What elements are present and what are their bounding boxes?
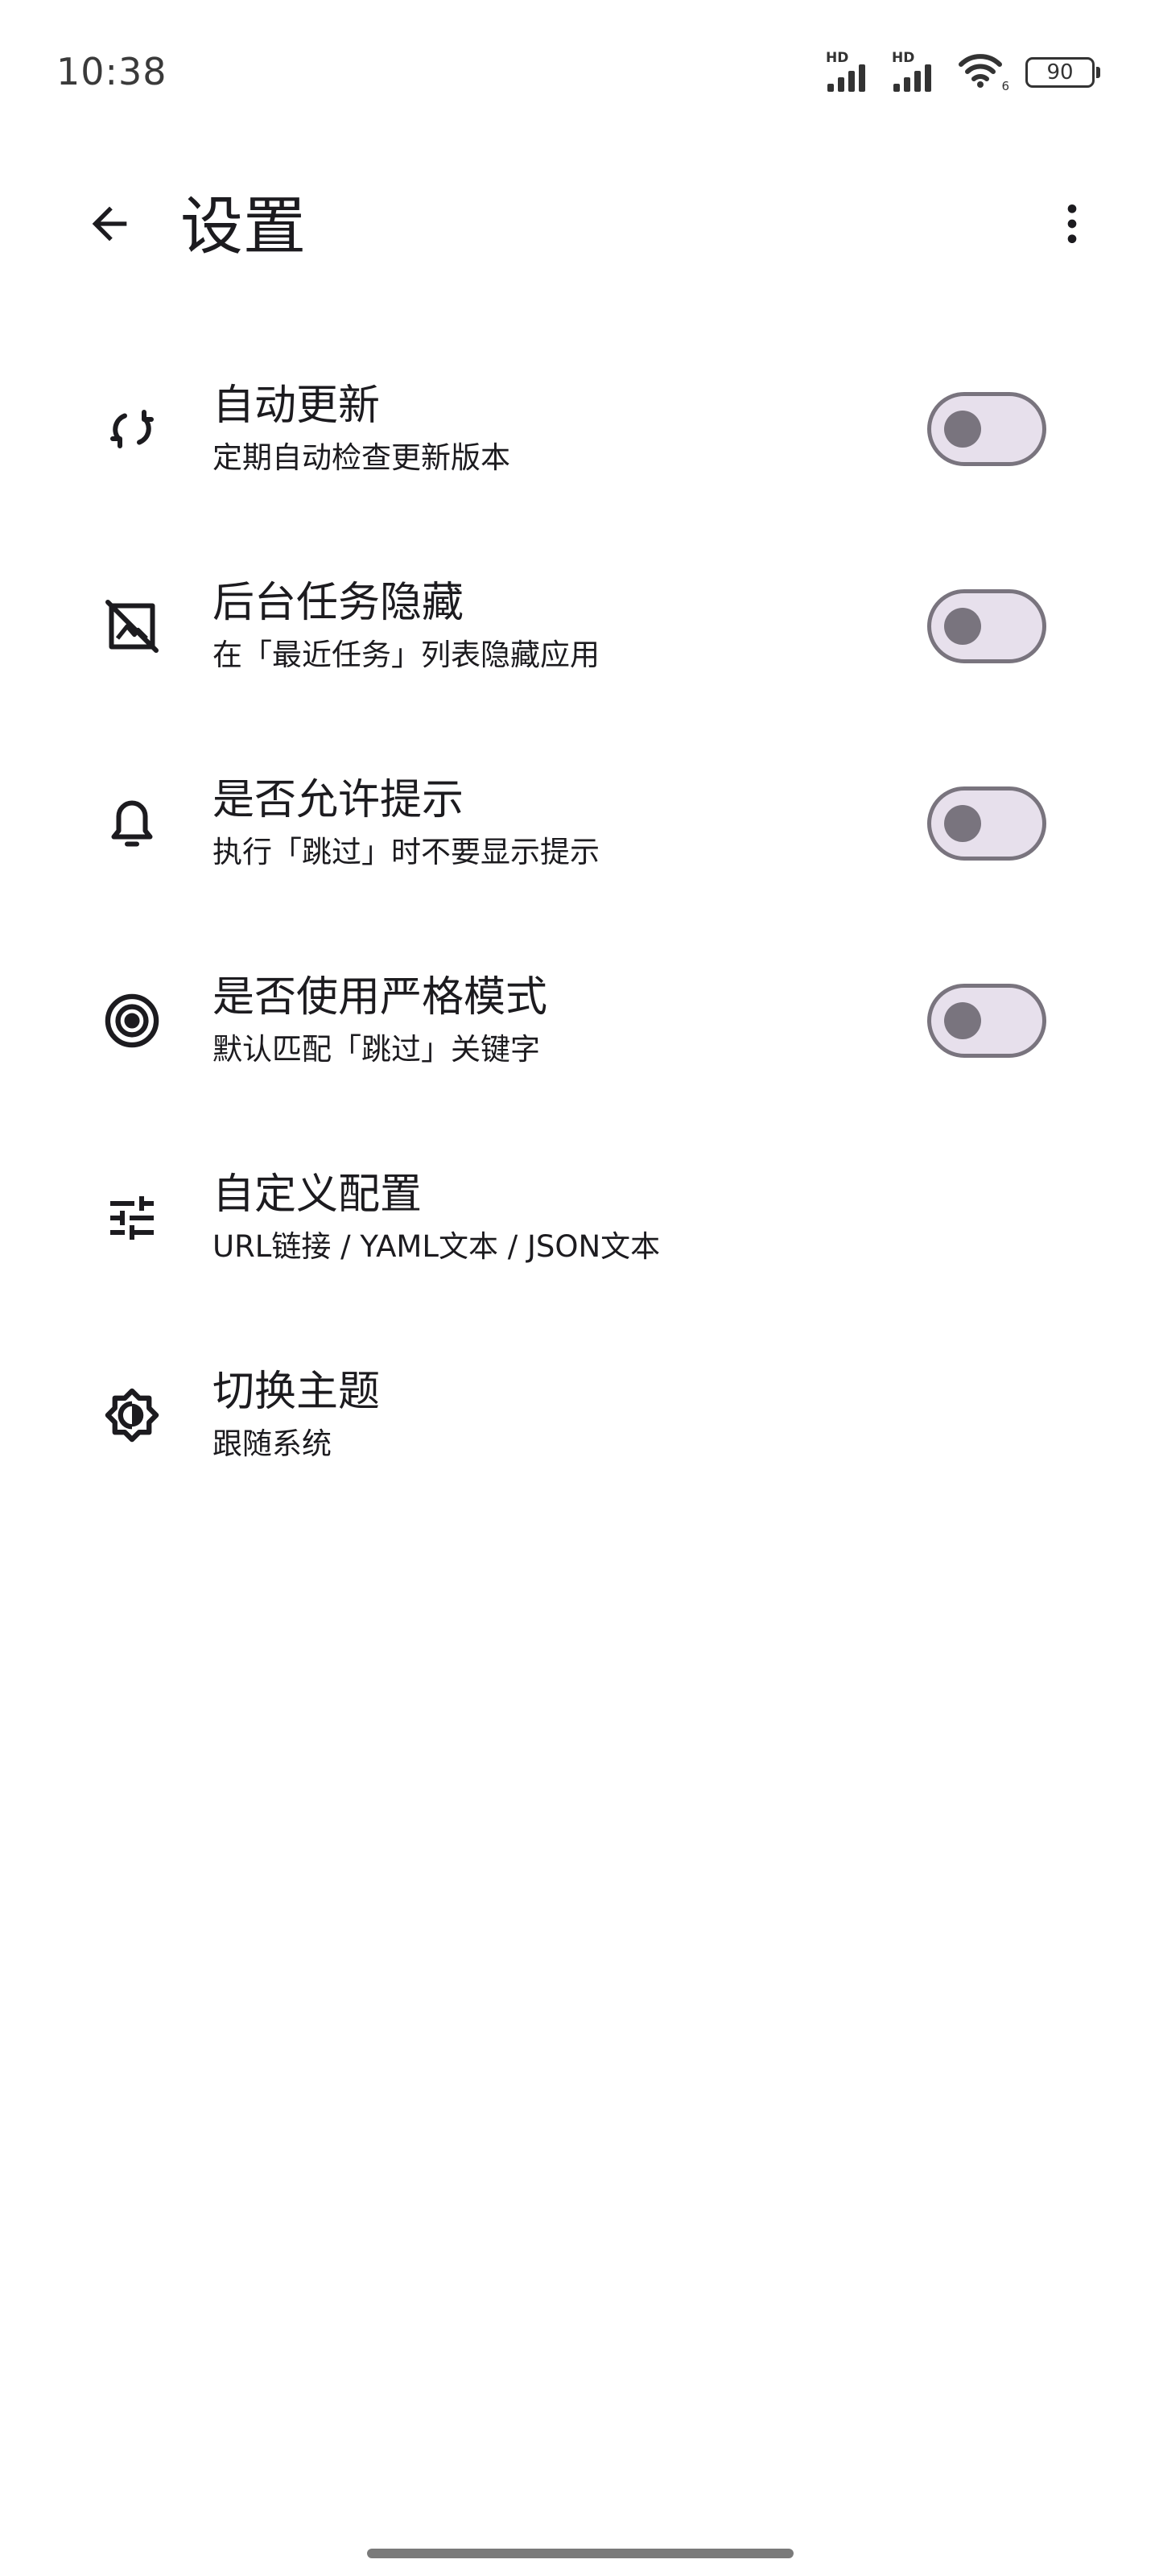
setting-subtitle: 在「最近任务」列表隐藏应用: [212, 637, 600, 672]
status-time: 10:38: [56, 50, 167, 93]
setting-hide-recents[interactable]: 后台任务隐藏 在「最近任务」列表隐藏应用: [0, 527, 1159, 724]
wifi-icon: 6: [958, 53, 1009, 93]
setting-text: 自动更新 定期自动检查更新版本: [212, 378, 510, 480]
setting-custom-config[interactable]: 自定义配置 URL链接 / YAML文本 / JSON文本: [0, 1119, 1159, 1316]
settings-list: 自动更新 定期自动检查更新版本 后台任务隐藏 在「最近任务」列表隐藏应用 是否允…: [0, 330, 1159, 1513]
gesture-nav-handle[interactable]: [367, 2549, 794, 2558]
bell-icon: [93, 785, 171, 862]
page-title: 设置: [180, 191, 307, 263]
hide-image-icon: [93, 588, 171, 665]
target-icon: [93, 982, 171, 1059]
status-bar: 10:38 HD HD 6 90: [0, 0, 1159, 145]
cellular-signal-icon: HD: [826, 50, 877, 92]
battery-icon: 90: [1025, 57, 1100, 88]
back-button[interactable]: [71, 185, 148, 262]
more-options-button[interactable]: [1033, 185, 1111, 262]
strict-mode-switch[interactable]: [927, 983, 1046, 1058]
setting-strict-mode[interactable]: 是否使用严格模式 默认匹配「跳过」关键字: [0, 922, 1159, 1119]
setting-text: 切换主题 跟随系统: [212, 1364, 380, 1466]
setting-title: 自定义配置: [212, 1170, 423, 1219]
tune-icon: [93, 1179, 171, 1257]
switch-thumb: [944, 410, 981, 448]
brightness-icon: [93, 1377, 171, 1454]
switch-thumb: [944, 1001, 981, 1039]
setting-text: 是否允许提示 执行「跳过」时不要显示提示: [212, 773, 600, 874]
setting-subtitle: 跟随系统: [212, 1426, 332, 1461]
setting-title: 切换主题: [212, 1367, 381, 1416]
switch-thumb: [944, 804, 981, 842]
settings-screen: 10:38 HD HD 6 90 设置 自动更新 定期自动检查更新版本 后台任务…: [0, 0, 1159, 2576]
arrow-back-icon: [92, 206, 127, 242]
battery-level: 90: [1046, 60, 1074, 85]
auto-update-switch[interactable]: [927, 391, 1046, 466]
signal-hd-label: HD: [826, 50, 849, 66]
setting-text: 后台任务隐藏 在「最近任务」列表隐藏应用: [212, 576, 600, 677]
wifi-generation-label: 6: [1001, 79, 1009, 93]
signal-hd-label-2: HD: [892, 50, 915, 66]
app-bar: 设置: [0, 145, 1159, 306]
cellular-signal-icon-2: HD: [892, 50, 943, 92]
setting-text: 是否使用严格模式 默认匹配「跳过」关键字: [212, 970, 547, 1071]
more-vert-icon: [1067, 204, 1077, 243]
allow-toast-switch[interactable]: [927, 786, 1046, 861]
setting-title: 后台任务隐藏: [212, 578, 464, 627]
setting-auto-update[interactable]: 自动更新 定期自动检查更新版本: [0, 330, 1159, 527]
setting-title: 是否使用严格模式: [212, 972, 548, 1022]
setting-subtitle: URL链接 / YAML文本 / JSON文本: [212, 1228, 661, 1264]
hide-recents-switch[interactable]: [927, 588, 1046, 663]
setting-subtitle: 执行「跳过」时不要显示提示: [212, 834, 600, 869]
switch-thumb: [944, 607, 981, 645]
setting-switch-theme[interactable]: 切换主题 跟随系统: [0, 1316, 1159, 1513]
setting-title: 是否允许提示: [212, 775, 464, 824]
setting-allow-toast[interactable]: 是否允许提示 执行「跳过」时不要显示提示: [0, 724, 1159, 922]
sync-icon: [93, 390, 171, 468]
status-icons: HD HD 6 90: [826, 50, 1100, 93]
setting-subtitle: 定期自动检查更新版本: [212, 440, 510, 475]
setting-text: 自定义配置 URL链接 / YAML文本 / JSON文本: [212, 1167, 660, 1269]
setting-title: 自动更新: [212, 381, 381, 430]
setting-subtitle: 默认匹配「跳过」关键字: [212, 1031, 540, 1067]
